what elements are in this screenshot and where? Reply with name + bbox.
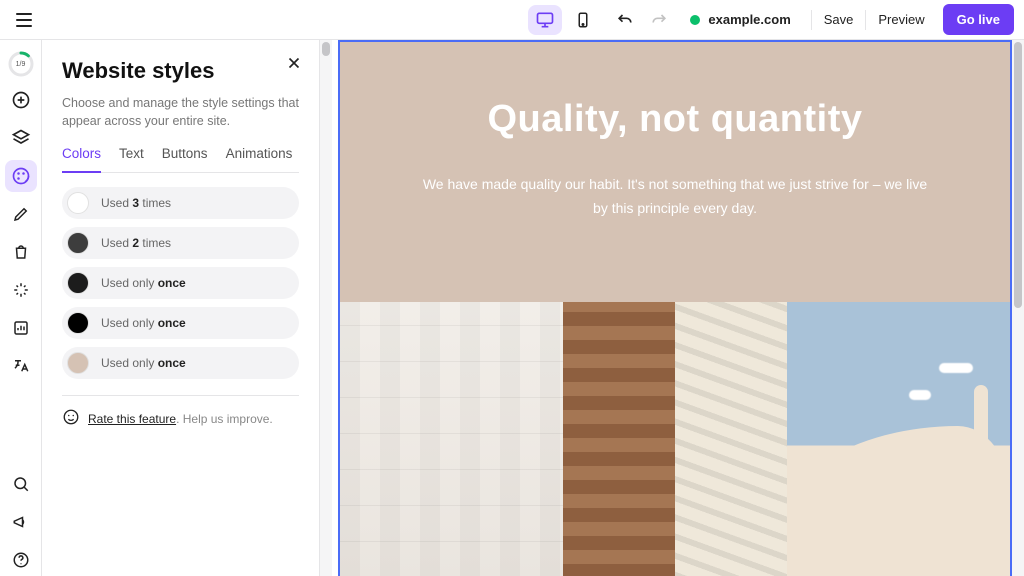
device-mobile-button[interactable] xyxy=(566,5,600,35)
color-usage-label: Used only once xyxy=(101,316,186,330)
site-name: example.com xyxy=(708,12,790,27)
color-usage-label: Used only once xyxy=(101,276,186,290)
gallery-image[interactable] xyxy=(340,302,563,576)
panel-scrollbar[interactable] xyxy=(320,40,332,576)
analytics-button[interactable] xyxy=(5,312,37,344)
panel-description: Choose and manage the style settings tha… xyxy=(62,94,299,130)
tab-animations[interactable]: Animations xyxy=(226,146,293,172)
gallery-section[interactable] xyxy=(340,302,1010,576)
color-chip[interactable]: Used 2 times xyxy=(62,227,299,259)
undo-button[interactable] xyxy=(610,5,640,35)
device-toggle-group xyxy=(528,5,600,35)
rate-feature: Rate this feature. Help us improve. xyxy=(62,408,299,429)
rate-link[interactable]: Rate this feature xyxy=(88,412,176,426)
color-chip[interactable]: Used only once xyxy=(62,347,299,379)
tool-rail: 1/9 xyxy=(0,40,42,576)
top-bar: example.com Save Preview Go live xyxy=(0,0,1024,40)
device-desktop-button[interactable] xyxy=(528,5,562,35)
color-list: Used 3 times Used 2 times Used only once… xyxy=(62,187,299,396)
hero-subtext[interactable]: We have made quality our habit. It's not… xyxy=(415,173,935,221)
color-swatch xyxy=(67,272,89,294)
smile-icon xyxy=(62,408,80,429)
gallery-image[interactable] xyxy=(563,302,786,576)
color-swatch xyxy=(67,312,89,334)
progress-indicator[interactable]: 1/9 xyxy=(7,50,35,78)
color-chip[interactable]: Used only once xyxy=(62,307,299,339)
canvas-scrollbar[interactable] xyxy=(1012,40,1024,576)
layers-button[interactable] xyxy=(5,122,37,154)
rate-tail: . Help us improve. xyxy=(176,412,273,426)
history-group xyxy=(610,5,674,35)
redo-button[interactable] xyxy=(644,5,674,35)
color-swatch xyxy=(67,192,89,214)
color-swatch xyxy=(67,232,89,254)
save-button[interactable]: Save xyxy=(816,6,862,33)
tab-colors[interactable]: Colors xyxy=(62,146,101,173)
color-usage-label: Used 2 times xyxy=(101,236,171,250)
edit-button[interactable] xyxy=(5,198,37,230)
color-chip[interactable]: Used 3 times xyxy=(62,187,299,219)
color-chip[interactable]: Used only once xyxy=(62,267,299,299)
hero-headline[interactable]: Quality, not quantity xyxy=(487,98,862,141)
help-button[interactable] xyxy=(5,544,37,576)
language-button[interactable] xyxy=(5,350,37,382)
preview-button[interactable]: Preview xyxy=(870,6,932,33)
go-live-button[interactable]: Go live xyxy=(943,4,1014,35)
panel-tabs: Colors Text Buttons Animations xyxy=(62,146,299,173)
hero-section[interactable]: Quality, not quantity We have made quali… xyxy=(340,42,1010,302)
announce-button[interactable] xyxy=(5,506,37,538)
panel-title: Website styles xyxy=(62,58,299,84)
ai-button[interactable] xyxy=(5,274,37,306)
tab-buttons[interactable]: Buttons xyxy=(162,146,208,172)
canvas: Quality, not quantity We have made quali… xyxy=(332,40,1024,576)
canvas-selection[interactable]: Quality, not quantity We have made quali… xyxy=(338,40,1012,576)
color-usage-label: Used 3 times xyxy=(101,196,171,210)
divider xyxy=(811,10,812,30)
color-usage-label: Used only once xyxy=(101,356,186,370)
status-dot-icon xyxy=(690,15,700,25)
styles-button[interactable] xyxy=(5,160,37,192)
search-button[interactable] xyxy=(5,468,37,500)
divider xyxy=(865,10,866,30)
site-indicator[interactable]: example.com xyxy=(690,12,790,27)
tab-text[interactable]: Text xyxy=(119,146,144,172)
store-button[interactable] xyxy=(5,236,37,268)
hamburger-menu-button[interactable] xyxy=(10,6,38,34)
progress-label: 1/9 xyxy=(7,50,35,78)
close-panel-button[interactable] xyxy=(285,54,303,75)
add-section-button[interactable] xyxy=(5,84,37,116)
gallery-image[interactable] xyxy=(787,302,1010,576)
styles-panel: Website styles Choose and manage the sty… xyxy=(42,40,320,576)
color-swatch xyxy=(67,352,89,374)
